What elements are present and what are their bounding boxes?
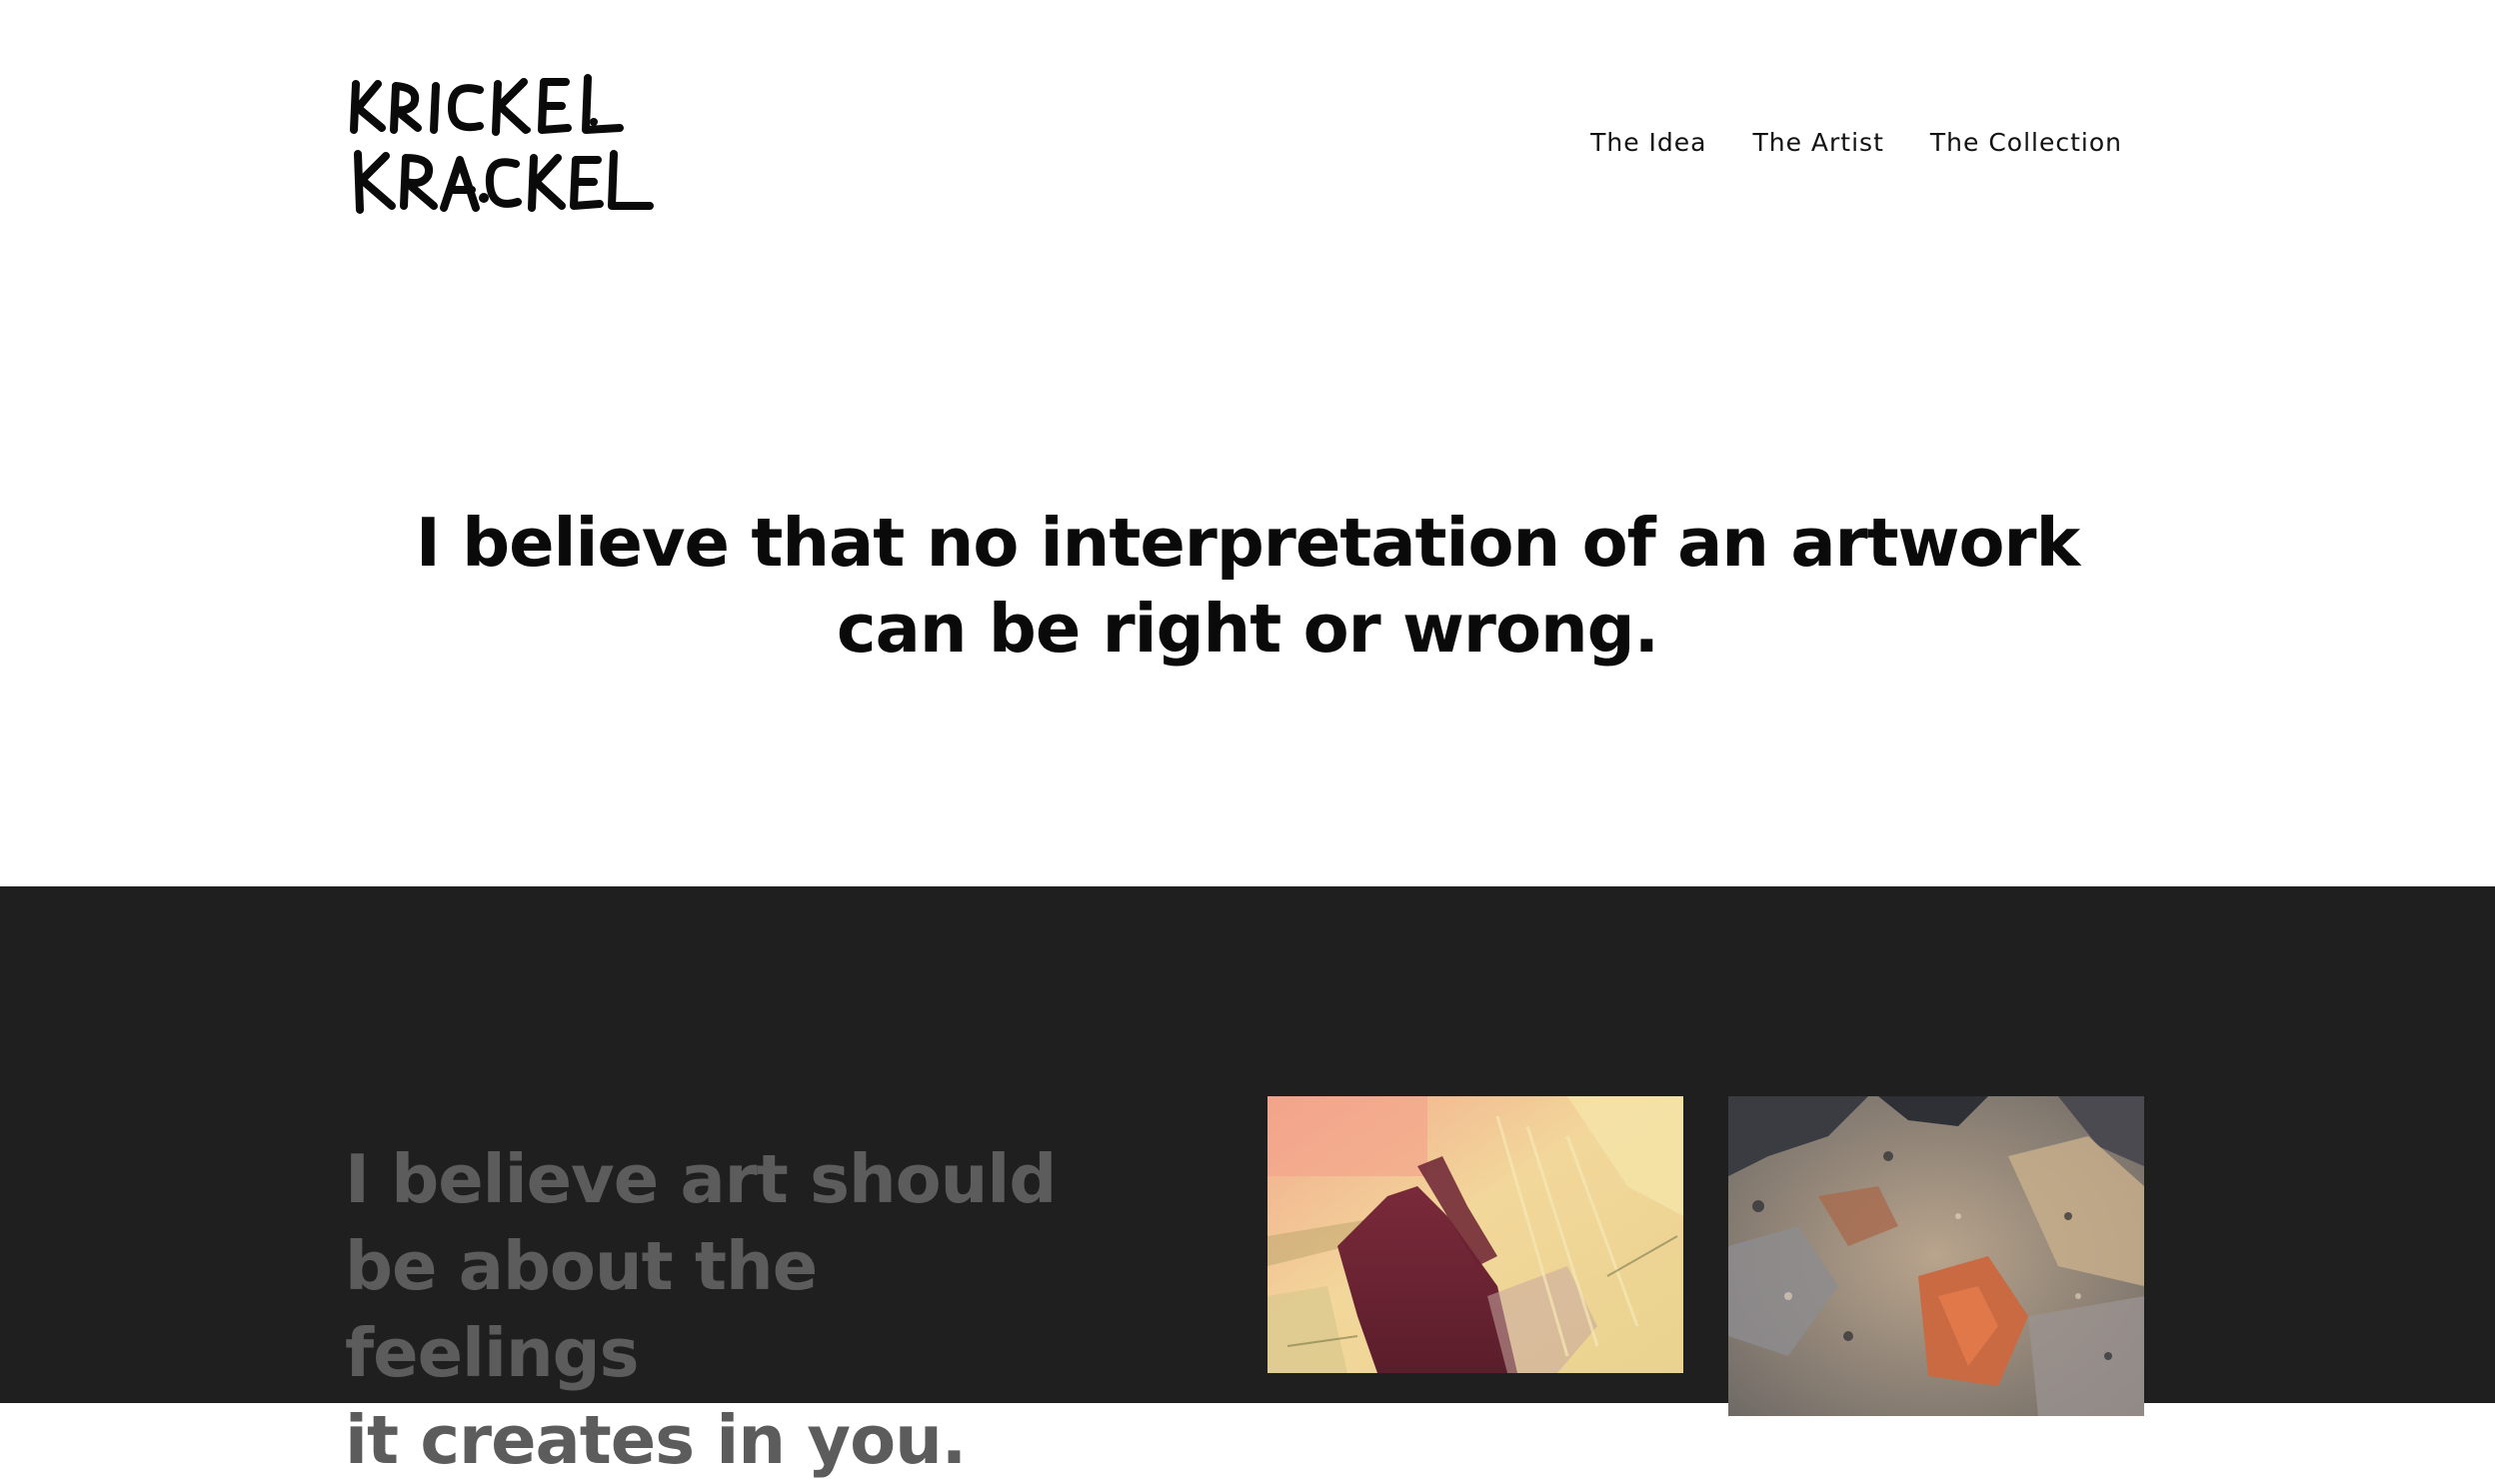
artwork-image-1 bbox=[1267, 1096, 1683, 1373]
logo-wordmark bbox=[350, 74, 654, 214]
feature-section: I believe art should be about the feelin… bbox=[0, 886, 2495, 1479]
nav-link-the-idea[interactable]: The Idea bbox=[1590, 128, 1706, 157]
site-logo[interactable] bbox=[348, 72, 658, 222]
feature-heading-line-1: I believe art should bbox=[345, 1140, 1057, 1218]
site-header: The Idea The Artist The Collection bbox=[0, 0, 2495, 240]
nav-link-the-collection[interactable]: The Collection bbox=[1930, 128, 2122, 157]
hero-quote: I believe that no interpretation of an a… bbox=[0, 500, 2495, 672]
feature-heading: I believe art should be about the feelin… bbox=[345, 1136, 1105, 1484]
main-nav: The Idea The Artist The Collection bbox=[1590, 128, 2122, 157]
feature-heading-line-2: be about the feelings bbox=[345, 1227, 818, 1392]
feature-heading-line-3: it creates in you. bbox=[345, 1401, 967, 1479]
artwork-image-2 bbox=[1728, 1096, 2144, 1416]
hero-quote-line-1: I believe that no interpretation of an a… bbox=[415, 504, 2080, 582]
nav-link-the-artist[interactable]: The Artist bbox=[1752, 128, 1883, 157]
hero-quote-line-2: can be right or wrong. bbox=[836, 590, 1659, 668]
